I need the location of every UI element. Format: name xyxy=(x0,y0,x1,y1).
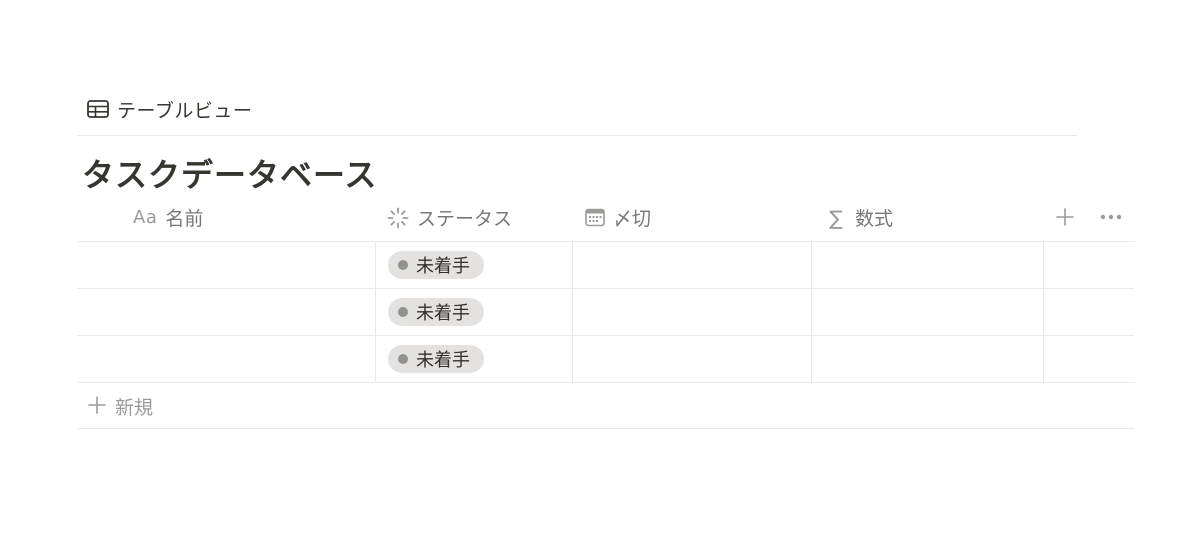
more-horizontal-icon xyxy=(1100,207,1122,227)
status-dot xyxy=(398,354,408,364)
column-header-date[interactable]: 〆切 xyxy=(585,194,651,241)
table-row[interactable]: 未着手 xyxy=(77,336,1134,383)
status-badge[interactable]: 未着手 xyxy=(388,251,484,279)
cell-empty xyxy=(1044,336,1134,382)
column-header-label: 〆切 xyxy=(613,208,652,230)
loading-spinner-icon xyxy=(387,207,409,229)
status-badge-label: 未着手 xyxy=(416,256,470,277)
table-icon xyxy=(87,100,109,118)
cell-formula xyxy=(812,336,1044,382)
calendar-icon xyxy=(585,208,605,227)
notion-page: テーブルビュー タスクデータベース Aa 名前 ステータス 〆切 ∑ 数式 未着… xyxy=(0,0,1200,544)
column-header-formula[interactable]: ∑ 数式 xyxy=(825,194,893,241)
status-badge[interactable]: 未着手 xyxy=(388,298,484,326)
column-header-label: 数式 xyxy=(855,208,894,230)
new-row-label: 新規 xyxy=(115,397,154,419)
status-dot xyxy=(398,260,408,270)
column-header-label: ステータス xyxy=(417,208,513,230)
cell-empty xyxy=(1044,242,1134,288)
more-options-button[interactable] xyxy=(1100,207,1122,227)
table-row[interactable]: 未着手 xyxy=(77,289,1134,336)
cell-date[interactable] xyxy=(573,289,812,335)
column-header-label: 名前 xyxy=(165,208,204,230)
add-property-button[interactable] xyxy=(1055,207,1075,227)
add-new-row-button[interactable]: 新規 xyxy=(77,383,1134,429)
cell-formula xyxy=(812,289,1044,335)
cell-status[interactable]: 未着手 xyxy=(376,289,573,335)
cell-name[interactable] xyxy=(77,336,376,382)
table-row[interactable]: 未着手 xyxy=(77,242,1134,289)
cell-empty xyxy=(1044,289,1134,335)
plus-icon xyxy=(87,395,107,415)
cell-date[interactable] xyxy=(573,242,812,288)
cell-date[interactable] xyxy=(573,336,812,382)
tab-table-view[interactable]: テーブルビュー xyxy=(87,95,252,123)
database-table: Aa 名前 ステータス 〆切 ∑ 数式 未着手 未着手 未着手 新規 xyxy=(77,194,1134,429)
status-badge-label: 未着手 xyxy=(416,350,470,371)
cell-name[interactable] xyxy=(77,289,376,335)
status-dot xyxy=(398,307,408,317)
cell-status[interactable]: 未着手 xyxy=(376,242,573,288)
table-header: Aa 名前 ステータス 〆切 ∑ 数式 xyxy=(77,194,1134,242)
status-badge[interactable]: 未着手 xyxy=(388,345,484,373)
cell-formula xyxy=(812,242,1044,288)
status-badge-label: 未着手 xyxy=(416,303,470,324)
column-header-status[interactable]: ステータス xyxy=(387,194,512,241)
text-type-icon: Aa xyxy=(133,207,158,228)
database-title[interactable]: タスクデータベース xyxy=(82,150,377,194)
view-bar: テーブルビュー xyxy=(77,88,1077,136)
column-header-name[interactable]: Aa 名前 xyxy=(133,194,203,241)
plus-icon xyxy=(1055,207,1075,227)
view-tab-label: テーブルビュー xyxy=(117,99,253,122)
sigma-icon: ∑ xyxy=(829,205,843,230)
cell-status[interactable]: 未着手 xyxy=(376,336,573,382)
cell-name[interactable] xyxy=(77,242,376,288)
